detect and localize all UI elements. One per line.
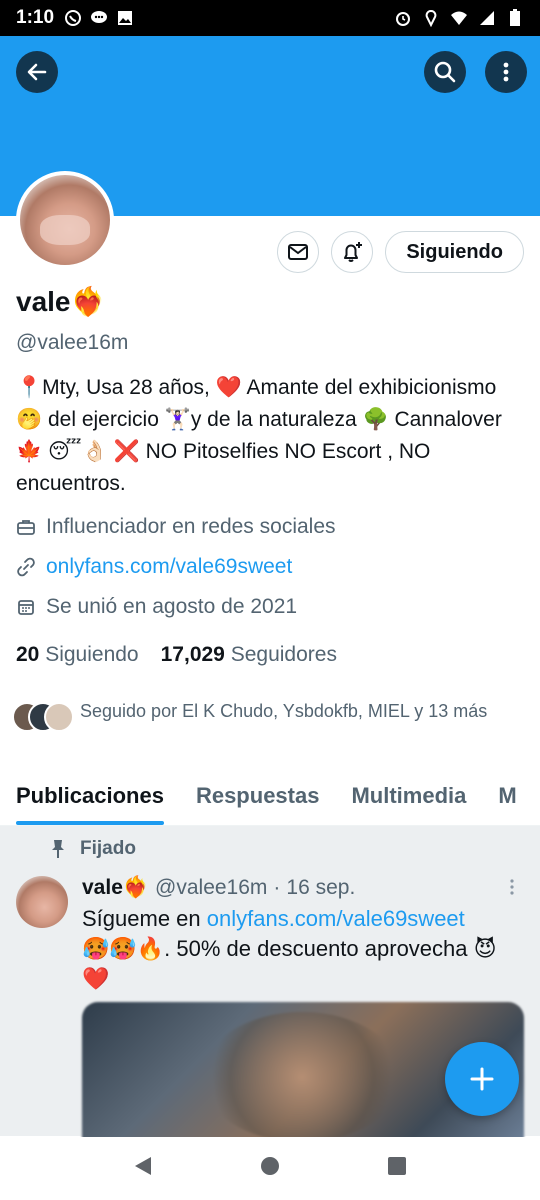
- tweet-text: Sígueme en onlyfans.com/vale69sweet 🥵🥵🔥.…: [82, 904, 522, 994]
- mail-icon: [288, 244, 309, 260]
- followers-count-link[interactable]: 17,029 Seguidores: [161, 643, 337, 667]
- profile-avatar[interactable]: [16, 171, 114, 269]
- tweet-text-after-link: 🥵🥵🔥. 50% de descuento aprovecha 😈❤️: [82, 936, 497, 991]
- more-vertical-icon: [503, 62, 509, 82]
- followed-by-text: Seguido por El K Chudo, Ysbdokfb, MIEL y…: [80, 701, 488, 721]
- tweet-text-before-link: Sígueme en: [82, 906, 207, 931]
- chat-icon: [90, 9, 108, 27]
- message-button[interactable]: [277, 231, 320, 273]
- compose-button[interactable]: [445, 1042, 519, 1116]
- category-text: Influenciador en redes sociales: [46, 515, 336, 538]
- plus-icon: [470, 1067, 494, 1091]
- battery-icon: [506, 9, 524, 27]
- profile-website: onlyfans.com/vale69sweet: [16, 555, 292, 579]
- status-bar: 1:10: [0, 0, 540, 36]
- tab-more[interactable]: M: [482, 768, 532, 825]
- followed-by[interactable]: Seguido por El K Chudo, Ysbdokfb, MIEL y…: [12, 698, 510, 734]
- tab-publicaciones[interactable]: Publicaciones: [0, 768, 180, 825]
- tweet-separator: ·: [273, 876, 281, 899]
- followers-count: 17,029: [160, 643, 225, 666]
- wifi-icon: [450, 9, 468, 27]
- tweet-more-button[interactable]: [504, 878, 520, 903]
- pinned-text: Fijado: [80, 838, 136, 859]
- back-triangle-icon[interactable]: [131, 1154, 155, 1183]
- pin-icon: [52, 840, 64, 858]
- whatsapp-icon: [64, 9, 82, 27]
- arrow-left-icon: [27, 63, 47, 81]
- more-vertical-icon: [510, 879, 514, 895]
- image-icon: [116, 9, 134, 27]
- recents-square-icon[interactable]: [385, 1154, 409, 1183]
- follow-counts: 20 Siguiendo 17,029 Seguidores: [16, 643, 337, 667]
- tweet-link[interactable]: onlyfans.com/vale69sweet: [207, 906, 465, 931]
- follower-avatars: [12, 698, 74, 734]
- tab-multimedia[interactable]: Multimedia: [335, 768, 482, 825]
- avatar: [44, 702, 74, 732]
- website-link[interactable]: onlyfans.com/vale69sweet: [46, 555, 292, 579]
- back-button[interactable]: [16, 51, 58, 93]
- tweet-date: 16 sep.: [286, 876, 356, 899]
- link-icon: [16, 557, 36, 577]
- profile-joined: Se unió en agosto de 2021: [16, 595, 297, 619]
- alarm-icon: [394, 9, 412, 27]
- home-circle-icon[interactable]: [258, 1154, 282, 1183]
- following-button[interactable]: Siguiendo: [385, 231, 524, 273]
- following-count-link[interactable]: 20 Siguiendo: [16, 643, 139, 667]
- profile-bio: 📍Mty, Usa 28 años, ❤️ Amante del exhibic…: [16, 376, 502, 495]
- profile-tabs: Publicaciones Respuestas Multimedia M: [0, 768, 540, 826]
- following-label: Siguiendo: [45, 643, 139, 666]
- calendar-icon: [16, 597, 36, 617]
- followers-label: Seguidores: [230, 643, 337, 666]
- display-name: vale❤️‍🔥: [16, 286, 106, 317]
- location-icon: [422, 9, 440, 27]
- status-time: 1:10: [16, 7, 55, 28]
- signal-icon: [478, 9, 496, 27]
- search-button[interactable]: [424, 51, 466, 93]
- search-icon: [434, 61, 456, 83]
- notifications-button[interactable]: [331, 231, 374, 273]
- system-nav-bar: [0, 1137, 540, 1200]
- tweet-author-avatar[interactable]: [16, 876, 68, 928]
- briefcase-icon: [16, 517, 36, 537]
- joined-text: Se unió en agosto de 2021: [46, 595, 298, 618]
- tweet-author-handle: @valee16m: [155, 876, 268, 899]
- profile-category: Influenciador en redes sociales: [16, 515, 336, 539]
- more-options-button[interactable]: [485, 51, 527, 93]
- user-handle: @valee16m: [16, 331, 129, 354]
- tweet-author-name[interactable]: vale❤️‍🔥: [82, 876, 149, 900]
- following-count: 20: [16, 643, 40, 666]
- tweet-header: vale❤️‍🔥 @valee16m · 16 sep.: [82, 876, 355, 900]
- bell-plus-icon: [344, 242, 363, 262]
- tab-respuestas[interactable]: Respuestas: [180, 768, 336, 825]
- pinned-label: Fijado: [50, 838, 136, 860]
